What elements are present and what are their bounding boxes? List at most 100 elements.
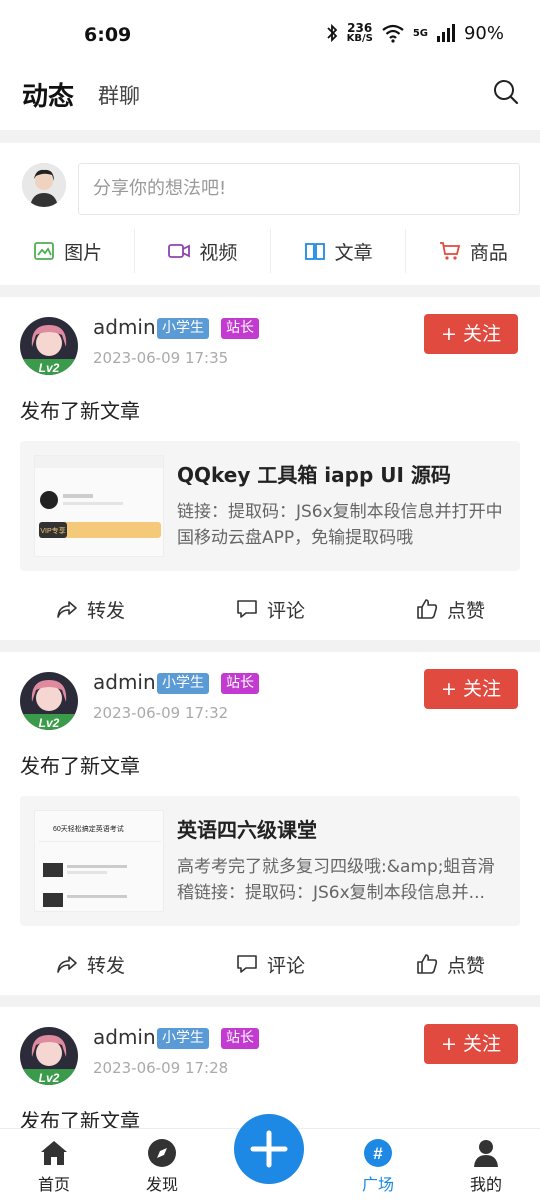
badge-student: 小学生 — [157, 318, 209, 339]
article-title: QQkey 工具箱 iapp UI 源码 — [177, 463, 451, 487]
status-icons: 236 KB/S 5G 90% — [325, 22, 504, 44]
comment-icon — [237, 600, 257, 618]
article-title: 英语四六级课堂 — [177, 818, 317, 842]
post-time: 2023-06-09 17:28 — [93, 1059, 229, 1077]
post-text: 发布了新文章 — [20, 754, 140, 778]
repost-label: 转发 — [86, 599, 125, 622]
repost-button[interactable]: 转发 — [0, 942, 180, 986]
hashtag-icon: # — [364, 1139, 392, 1167]
product-label: 商品 — [469, 241, 508, 264]
avatar[interactable] — [22, 163, 66, 207]
comment-button[interactable]: 评论 — [180, 942, 360, 986]
post-time: 2023-06-09 17:32 — [93, 704, 229, 722]
header: 动态 群聊 — [0, 70, 540, 130]
svg-text:#: # — [373, 1144, 383, 1163]
tab-dynamics[interactable]: 动态 — [22, 76, 74, 113]
video-icon — [168, 244, 191, 258]
status-time: 6:09 — [84, 24, 132, 46]
thumbs-up-icon — [417, 954, 438, 974]
nav-home[interactable]: 首页 — [0, 1129, 108, 1200]
post-actions: 转发 评论 点赞 — [0, 587, 540, 631]
wifi-icon — [382, 24, 404, 43]
follow-button[interactable]: + 关注 — [424, 669, 518, 709]
like-label: 点赞 — [446, 599, 485, 622]
search-icon[interactable] — [492, 78, 520, 106]
nav-me-label: 我的 — [469, 1175, 502, 1194]
post-card: Lv2 admin 小学生 站长 2023-06-09 17:32 + 关注 发… — [0, 652, 540, 995]
post-card: Lv2 admin 小学生 站长 2023-06-09 17:28 + 关注 发… — [0, 1007, 540, 1128]
badge-admin: 站长 — [221, 318, 259, 339]
svg-text:Lv2: Lv2 — [39, 361, 60, 375]
product-button[interactable]: 商品 — [406, 229, 540, 273]
author-name[interactable]: admin — [93, 670, 156, 694]
comment-label: 评论 — [266, 954, 305, 977]
svg-text:Lv2: Lv2 — [39, 716, 60, 730]
author-name[interactable]: admin — [93, 315, 156, 339]
book-icon — [304, 243, 325, 260]
svg-text:Lv2: Lv2 — [39, 1071, 60, 1085]
thumbs-up-icon — [417, 599, 438, 619]
badge-admin: 站长 — [221, 673, 259, 694]
post-text: 发布了新文章 — [20, 399, 140, 423]
author-name[interactable]: admin — [93, 1025, 156, 1049]
nav-square-label: 广场 — [361, 1175, 394, 1194]
svg-text:VIP专享: VIP专享 — [40, 526, 65, 535]
status-bar: 6:09 236 KB/S 5G 90% — [0, 0, 540, 70]
like-button[interactable]: 点赞 — [360, 942, 540, 986]
user-icon — [474, 1140, 498, 1167]
badge-student: 小学生 — [157, 673, 209, 694]
follow-button[interactable]: + 关注 — [424, 1024, 518, 1064]
article-card[interactable]: 60天轻松搞定英语考试 英语四六级课堂 高考考完了就多复习四级哦:&amp;蛆音… — [20, 796, 520, 926]
create-post-button[interactable] — [234, 1114, 304, 1184]
svg-text:60天轻松搞定英语考试: 60天轻松搞定英语考试 — [53, 824, 124, 833]
post-actions: 转发 评论 点赞 — [0, 942, 540, 986]
signal-icon — [436, 24, 455, 42]
repost-button[interactable]: 转发 — [0, 587, 180, 631]
battery-level: 90% — [463, 22, 504, 44]
post-composer: 分享你的想法吧! 图片 视频 文章 商品 — [0, 143, 540, 285]
comment-button[interactable]: 评论 — [180, 587, 360, 631]
bluetooth-icon — [326, 23, 337, 43]
post-time: 2023-06-09 17:35 — [93, 349, 229, 367]
nav-square[interactable]: # 广场 — [324, 1129, 432, 1200]
follow-button[interactable]: + 关注 — [424, 314, 518, 354]
nav-discover-label: 发现 — [145, 1175, 178, 1194]
tab-group-chat[interactable]: 群聊 — [98, 80, 140, 110]
repost-label: 转发 — [86, 954, 125, 977]
article-description: 链接：提取码：JS6x复制本段信息并打开中国移动云盘APP，免输提取码哦 — [177, 502, 503, 548]
article-label: 文章 — [334, 241, 373, 264]
article-description: 高考考完了就多复习四级哦:&amp;蛆音滑稽链接：提取码：JS6x复制本段信息并… — [177, 857, 495, 903]
nav-me[interactable]: 我的 — [432, 1129, 540, 1200]
compass-icon — [148, 1139, 176, 1167]
article-card[interactable]: VIP专享 QQkey 工具箱 iapp UI 源码 链接：提取码：JS6x复制… — [20, 441, 520, 571]
article-thumbnail: VIP专享 — [34, 455, 164, 557]
share-icon — [57, 956, 77, 973]
avatar[interactable]: Lv2 — [20, 317, 78, 375]
net-speed: 236 KB/S — [346, 21, 373, 44]
image-label: 图片 — [64, 241, 103, 264]
nav-home-label: 首页 — [37, 1175, 70, 1194]
image-icon — [34, 242, 55, 260]
article-thumbnail: 60天轻松搞定英语考试 — [34, 810, 164, 912]
post-card: Lv2 admin 小学生 站长 2023-06-09 17:35 + 关注 发… — [0, 297, 540, 640]
network-type: 5G — [412, 27, 428, 39]
like-button[interactable]: 点赞 — [360, 587, 540, 631]
cart-icon — [439, 242, 461, 260]
like-label: 点赞 — [446, 954, 485, 977]
comment-icon — [237, 955, 257, 973]
avatar[interactable]: Lv2 — [20, 1027, 78, 1085]
nav-discover[interactable]: 发现 — [108, 1129, 216, 1200]
share-input[interactable]: 分享你的想法吧! — [78, 163, 520, 215]
plus-icon — [250, 1130, 288, 1168]
share-icon — [57, 601, 77, 618]
home-icon — [41, 1141, 67, 1165]
image-button[interactable]: 图片 — [0, 229, 136, 273]
badge-admin: 站长 — [221, 1028, 259, 1049]
article-button[interactable]: 文章 — [271, 229, 406, 273]
avatar[interactable]: Lv2 — [20, 672, 78, 730]
comment-label: 评论 — [266, 599, 305, 622]
post-text: 发布了新文章 — [20, 1109, 140, 1128]
video-button[interactable]: 视频 — [135, 229, 271, 273]
badge-student: 小学生 — [157, 1028, 209, 1049]
video-label: 视频 — [199, 241, 238, 264]
